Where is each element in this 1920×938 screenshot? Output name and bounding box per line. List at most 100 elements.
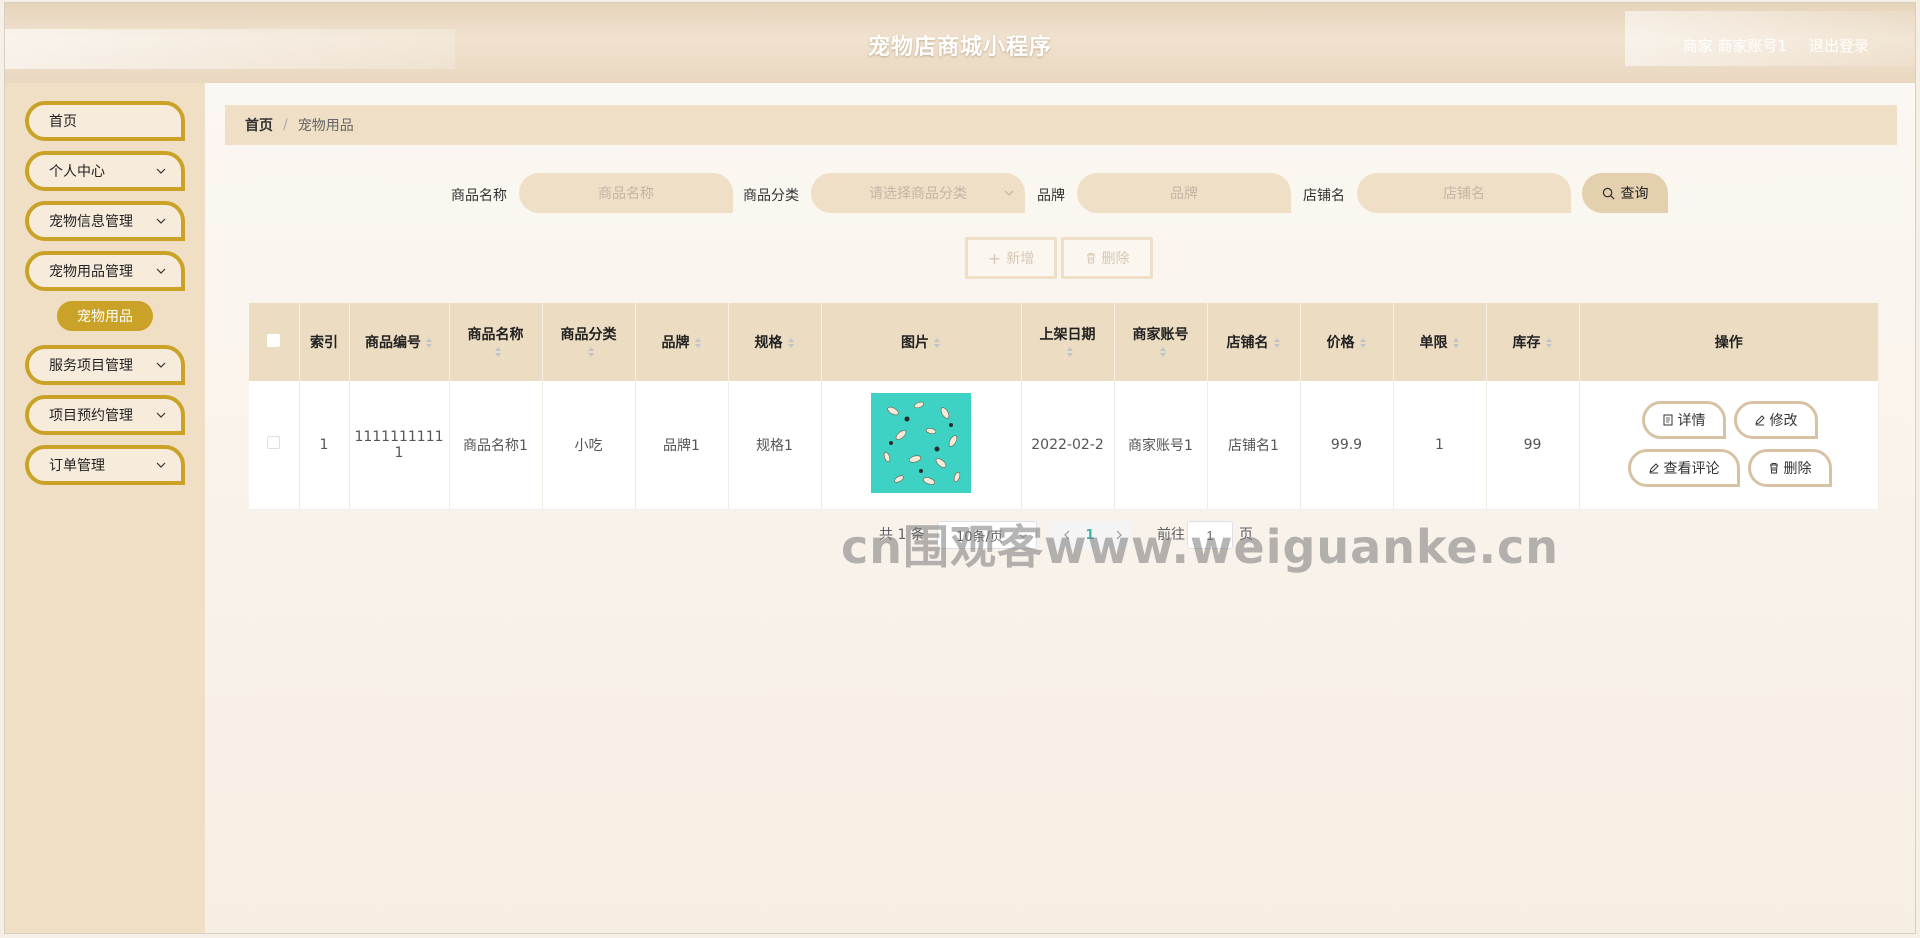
- category-select[interactable]: 请选择商品分类: [811, 173, 1025, 213]
- sort-icon[interactable]: [1359, 337, 1367, 349]
- sort-icon[interactable]: [494, 346, 502, 358]
- sidebar-subitem-pet-supplies[interactable]: 宠物用品: [57, 301, 153, 331]
- page-number-current[interactable]: 1: [1075, 521, 1105, 549]
- detail-button-label: 详情: [1677, 413, 1706, 429]
- app-window: 宠物店商城小程序 商家 商家账号1 退出登录 首页 个人中心 宠物信息管理 宠物…: [4, 2, 1916, 934]
- select-all-checkbox[interactable]: [267, 333, 281, 347]
- column-header-merchant[interactable]: 商家账号: [1114, 303, 1208, 381]
- column-header-brand[interactable]: 品牌: [635, 303, 729, 381]
- product-name-input[interactable]: 商品名称: [519, 173, 733, 213]
- table-row: 1 1111111111 1 商品名称1 小吃 品牌1 规格1 2022-02-…: [249, 381, 1879, 510]
- category-label: 商品分类: [743, 188, 799, 204]
- trash-icon: [1769, 463, 1778, 474]
- row-checkbox[interactable]: [267, 436, 281, 450]
- shop-name-placeholder: 店铺名: [1443, 186, 1485, 202]
- column-header-shop[interactable]: 店铺名: [1207, 303, 1301, 381]
- pagination-total: 共 1 条: [879, 527, 925, 543]
- chevron-down-icon: [156, 218, 166, 224]
- brand-input[interactable]: 品牌: [1077, 173, 1291, 213]
- sort-icon[interactable]: [1273, 337, 1281, 349]
- category-placeholder: 请选择商品分类: [869, 186, 967, 202]
- cell-brand: 品牌1: [635, 381, 729, 510]
- row-delete-button-label: 删除: [1783, 461, 1812, 477]
- document-icon: [1663, 414, 1672, 426]
- sort-icon[interactable]: [694, 337, 702, 349]
- cell-ops: 详情 修改 查看评论 删除: [1579, 381, 1879, 510]
- page-size-select[interactable]: 10条/页: [937, 521, 1037, 549]
- column-header-name[interactable]: 商品名称: [449, 303, 543, 381]
- sort-icon[interactable]: [1066, 346, 1074, 358]
- sidebar-item-home[interactable]: 首页: [25, 101, 185, 141]
- detail-button[interactable]: 详情: [1641, 401, 1726, 439]
- cell-merchant: 商家账号1: [1114, 381, 1208, 510]
- sort-icon[interactable]: [425, 337, 433, 349]
- column-header-spec[interactable]: 规格: [728, 303, 822, 381]
- sort-icon[interactable]: [933, 337, 941, 349]
- column-header-ops: 操作: [1579, 303, 1879, 381]
- chevron-down-icon: [1004, 190, 1014, 196]
- sort-icon[interactable]: [587, 346, 595, 358]
- sidebar-item-orders[interactable]: 订单管理: [25, 445, 185, 485]
- breadcrumb-separator: /: [283, 117, 288, 133]
- column-header-code[interactable]: 商品编号: [349, 303, 450, 381]
- bulk-delete-button-label: 删除: [1101, 251, 1130, 267]
- column-header-date[interactable]: 上架日期: [1021, 303, 1115, 381]
- column-header-index: 索引: [299, 303, 350, 381]
- column-header-label: 商品编号: [365, 335, 421, 351]
- column-header-label: 索引: [310, 335, 338, 351]
- sidebar-item-label: 宠物信息管理: [49, 214, 133, 230]
- cell-stock: 99: [1486, 381, 1580, 510]
- query-button[interactable]: 查询: [1582, 173, 1668, 213]
- column-header-limit[interactable]: 单限: [1393, 303, 1487, 381]
- edit-button[interactable]: 修改: [1733, 401, 1818, 439]
- chevron-down-icon: [1019, 533, 1027, 539]
- product-image[interactable]: [871, 392, 971, 493]
- goto-page-input[interactable]: [1187, 521, 1233, 549]
- sidebar-item-pet-info[interactable]: 宠物信息管理: [25, 201, 185, 241]
- sidebar-item-services[interactable]: 服务项目管理: [25, 345, 185, 385]
- column-header-stock[interactable]: 库存: [1486, 303, 1580, 381]
- column-header-category[interactable]: 商品分类: [542, 303, 636, 381]
- column-header-price[interactable]: 价格: [1300, 303, 1394, 381]
- column-header-label: 单限: [1419, 335, 1448, 351]
- chevron-down-icon: [156, 268, 166, 274]
- next-page-button[interactable]: [1107, 521, 1131, 549]
- brand-placeholder: 品牌: [1170, 186, 1198, 202]
- column-header-label: 图片: [901, 335, 929, 351]
- view-reviews-button[interactable]: 查看评论: [1627, 449, 1740, 487]
- sort-icon[interactable]: [787, 337, 795, 349]
- logout-link[interactable]: 退出登录: [1809, 35, 1869, 56]
- breadcrumb: 首页 / 宠物用品: [225, 105, 1897, 145]
- cell-index: 1: [299, 381, 350, 510]
- sort-icon[interactable]: [1452, 337, 1460, 349]
- chevron-right-icon: [1116, 530, 1122, 540]
- sidebar-item-appointments[interactable]: 项目预约管理: [25, 395, 185, 435]
- shop-name-input[interactable]: 店铺名: [1357, 173, 1571, 213]
- sidebar-item-personal-center[interactable]: 个人中心: [25, 151, 185, 191]
- sidebar-item-label: 首页: [49, 114, 77, 130]
- sort-icon[interactable]: [1545, 337, 1553, 349]
- column-header-image[interactable]: 图片: [821, 303, 1022, 381]
- breadcrumb-current: 宠物用品: [297, 118, 354, 134]
- sidebar-item-label: 服务项目管理: [49, 358, 133, 374]
- breadcrumb-home[interactable]: 首页: [245, 115, 273, 135]
- sidebar-item-label: 宠物用品管理: [49, 264, 133, 280]
- top-header: 宠物店商城小程序 商家 商家账号1 退出登录: [5, 3, 1915, 83]
- select-all-checkbox-cell[interactable]: [249, 303, 300, 381]
- chevron-down-icon: [156, 362, 166, 368]
- column-header-label: 商家账号: [1132, 327, 1189, 343]
- trash-icon: [1086, 253, 1095, 264]
- cell-code: 1111111111 1: [349, 381, 450, 510]
- add-button[interactable]: + 新增: [965, 237, 1057, 279]
- column-header-label: 商品名称: [467, 327, 524, 343]
- current-user: 商家 商家账号1: [1682, 37, 1787, 55]
- sort-icon[interactable]: [1159, 346, 1167, 358]
- row-delete-button[interactable]: 删除: [1747, 449, 1832, 487]
- add-button-label: 新增: [1006, 251, 1035, 267]
- sidebar: 首页 个人中心 宠物信息管理 宠物用品管理 宠物用品 服务项目管理 项目预约管理…: [5, 83, 205, 933]
- sidebar-item-pet-supplies[interactable]: 宠物用品管理: [25, 251, 185, 291]
- cell-price: 99.9: [1300, 381, 1394, 510]
- chevron-down-icon: [156, 462, 166, 468]
- row-checkbox-cell[interactable]: [249, 381, 300, 510]
- bulk-delete-button[interactable]: 删除: [1061, 237, 1153, 279]
